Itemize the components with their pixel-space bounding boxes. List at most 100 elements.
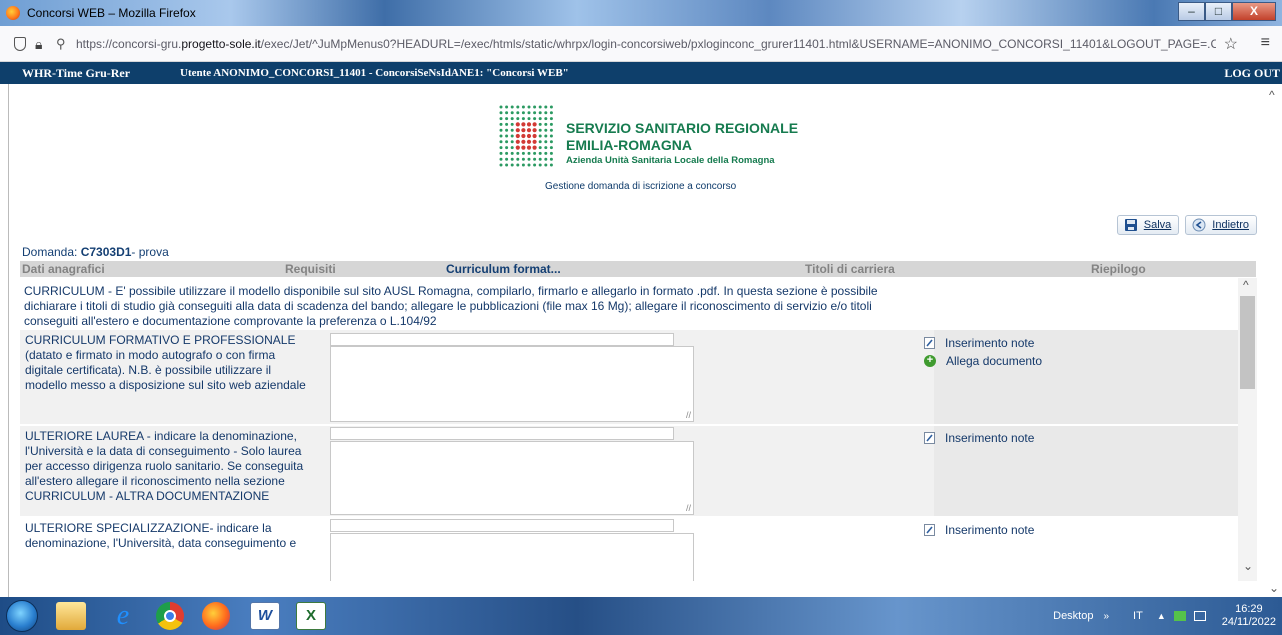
scroll-up-icon[interactable]: ^ [1243, 278, 1249, 292]
logo-dot [549, 146, 553, 150]
domanda-code: C7303D1 [80, 245, 132, 259]
user-info: Utente ANONIMO_CONCORSI_11401 - Concorsi… [180, 67, 569, 79]
insert-note-label: Inserimento note [945, 523, 1035, 537]
logo-dot [549, 117, 553, 121]
logo-dot [538, 111, 542, 115]
logo-dot [544, 163, 548, 167]
chevron-icon[interactable]: » [1103, 611, 1109, 622]
action-center-icon[interactable] [1173, 611, 1186, 621]
logo-dot [505, 128, 509, 132]
logo-dot [533, 151, 537, 155]
logo-dot [510, 111, 514, 115]
chrome-icon[interactable] [156, 602, 184, 630]
logo-dot [499, 157, 503, 161]
tab-titoli-carriera[interactable]: Titoli di carriera [805, 262, 895, 276]
language-indicator[interactable]: IT [1133, 610, 1143, 622]
page-scrollbar[interactable]: ^ ⌄ [1266, 84, 1282, 597]
logo-dot [533, 163, 537, 167]
logo-dot [505, 146, 509, 150]
folder-icon[interactable] [56, 602, 86, 630]
logo-dot [533, 117, 537, 121]
logo-line2: EMILIA-ROMAGNA [566, 137, 692, 153]
permissions-icon[interactable]: ⚲ [56, 36, 66, 52]
floppy-icon [1124, 219, 1137, 231]
notes-textarea[interactable]: // [330, 441, 694, 515]
clock-time: 16:29 [1235, 603, 1263, 615]
title-input[interactable] [330, 519, 674, 532]
logo-dot [533, 111, 537, 115]
tray-expand-icon[interactable]: ▲ [1157, 611, 1166, 621]
tab-dati-anagrafici[interactable]: Dati anagrafici [22, 262, 105, 276]
app-name: WHR-Time Gru-Rer [22, 66, 131, 80]
scroll-up-icon[interactable]: ^ [1269, 88, 1275, 102]
logo-line1: SERVIZIO SANITARIO REGIONALE [566, 120, 799, 136]
insert-note-label: Inserimento note [945, 336, 1035, 350]
excel-icon[interactable]: X [296, 602, 326, 630]
list-item: CURRICULUM FORMATIVO E PROFESSIONALE (da… [20, 330, 1238, 424]
logo-dot [510, 134, 514, 138]
logo-dot [516, 105, 520, 109]
logo-dot [521, 139, 526, 144]
insert-note-action[interactable]: Inserimento note [924, 431, 1034, 445]
logo-dot [510, 146, 514, 150]
clock[interactable]: 16:29 24/11/2022 [1222, 603, 1276, 629]
desktop-toolbar[interactable]: Desktop [1053, 610, 1093, 622]
logo-dot [527, 163, 531, 167]
back-button[interactable]: Indietro [1185, 215, 1257, 235]
logo-dot [527, 105, 531, 109]
logo-dot [538, 105, 542, 109]
logo-dots-icon [499, 105, 553, 167]
tab-requisiti[interactable]: Requisiti [285, 262, 336, 276]
logo-dot [499, 128, 503, 132]
insert-note-action[interactable]: Inserimento note [924, 336, 1034, 350]
star-icon[interactable]: ☆ [1224, 34, 1238, 54]
scroll-down-icon[interactable]: ⌄ [1243, 559, 1253, 573]
word-icon[interactable]: W [250, 602, 280, 630]
tab-riepilogo[interactable]: Riepilogo [1091, 262, 1146, 276]
scrollbar-thumb[interactable] [1240, 296, 1255, 389]
logo-dot [499, 134, 503, 138]
logo-dot [510, 151, 514, 155]
shield-icon[interactable] [14, 37, 26, 51]
logo-dot [510, 157, 514, 161]
save-button[interactable]: Salva [1116, 215, 1180, 235]
scroll-down-icon[interactable]: ⌄ [1269, 581, 1279, 595]
back-label: Indietro [1212, 219, 1249, 231]
close-button[interactable]: X [1232, 2, 1276, 21]
logo-dot [499, 163, 503, 167]
logo-dot [544, 122, 548, 126]
domanda-info: Domanda: C7303D1- prova [22, 245, 169, 259]
logo-dot [527, 151, 531, 155]
internet-explorer-icon[interactable]: e [108, 602, 138, 630]
logo-dot [549, 163, 553, 167]
title-input[interactable] [330, 427, 674, 440]
logo-dot [516, 163, 520, 167]
logo-dot [499, 151, 503, 155]
notes-textarea[interactable]: // [330, 346, 694, 422]
resize-grip-icon[interactable]: // [686, 503, 691, 513]
network-icon[interactable] [1193, 611, 1206, 621]
url-field[interactable]: https://concorsi-gru.progetto-sole.it/ex… [76, 37, 1216, 51]
logout-link[interactable]: LOG OUT [1224, 66, 1280, 81]
attach-document-action[interactable]: + Allega documento [924, 354, 1042, 368]
tab-curriculum[interactable]: Curriculum format... [446, 262, 561, 276]
resize-grip-icon[interactable]: // [686, 410, 691, 420]
logo-dot [499, 105, 503, 109]
logo-dot [527, 157, 531, 161]
minimize-button[interactable]: – [1178, 2, 1205, 21]
panel-scrollbar[interactable]: ^ ⌄ [1238, 278, 1257, 581]
title-input[interactable] [330, 333, 674, 346]
maximize-button[interactable]: □ [1205, 2, 1232, 21]
logo-dot [527, 111, 531, 115]
firefox-taskbar-icon[interactable] [202, 602, 230, 630]
logo-dot [510, 140, 514, 144]
lock-icon[interactable]: 🔒︎ [35, 36, 42, 53]
logo-line3: Azienda Unità Sanitaria Locale della Rom… [566, 155, 775, 166]
insert-note-action[interactable]: Inserimento note [924, 523, 1034, 537]
notes-textarea[interactable] [330, 533, 694, 581]
logo-dot [499, 111, 503, 115]
logo-dot [499, 122, 503, 126]
start-button[interactable] [6, 600, 38, 632]
hamburger-icon[interactable]: ≡ [1261, 34, 1270, 52]
system-tray: Desktop » IT ▲ 16:29 24/11/2022 [1053, 597, 1282, 635]
